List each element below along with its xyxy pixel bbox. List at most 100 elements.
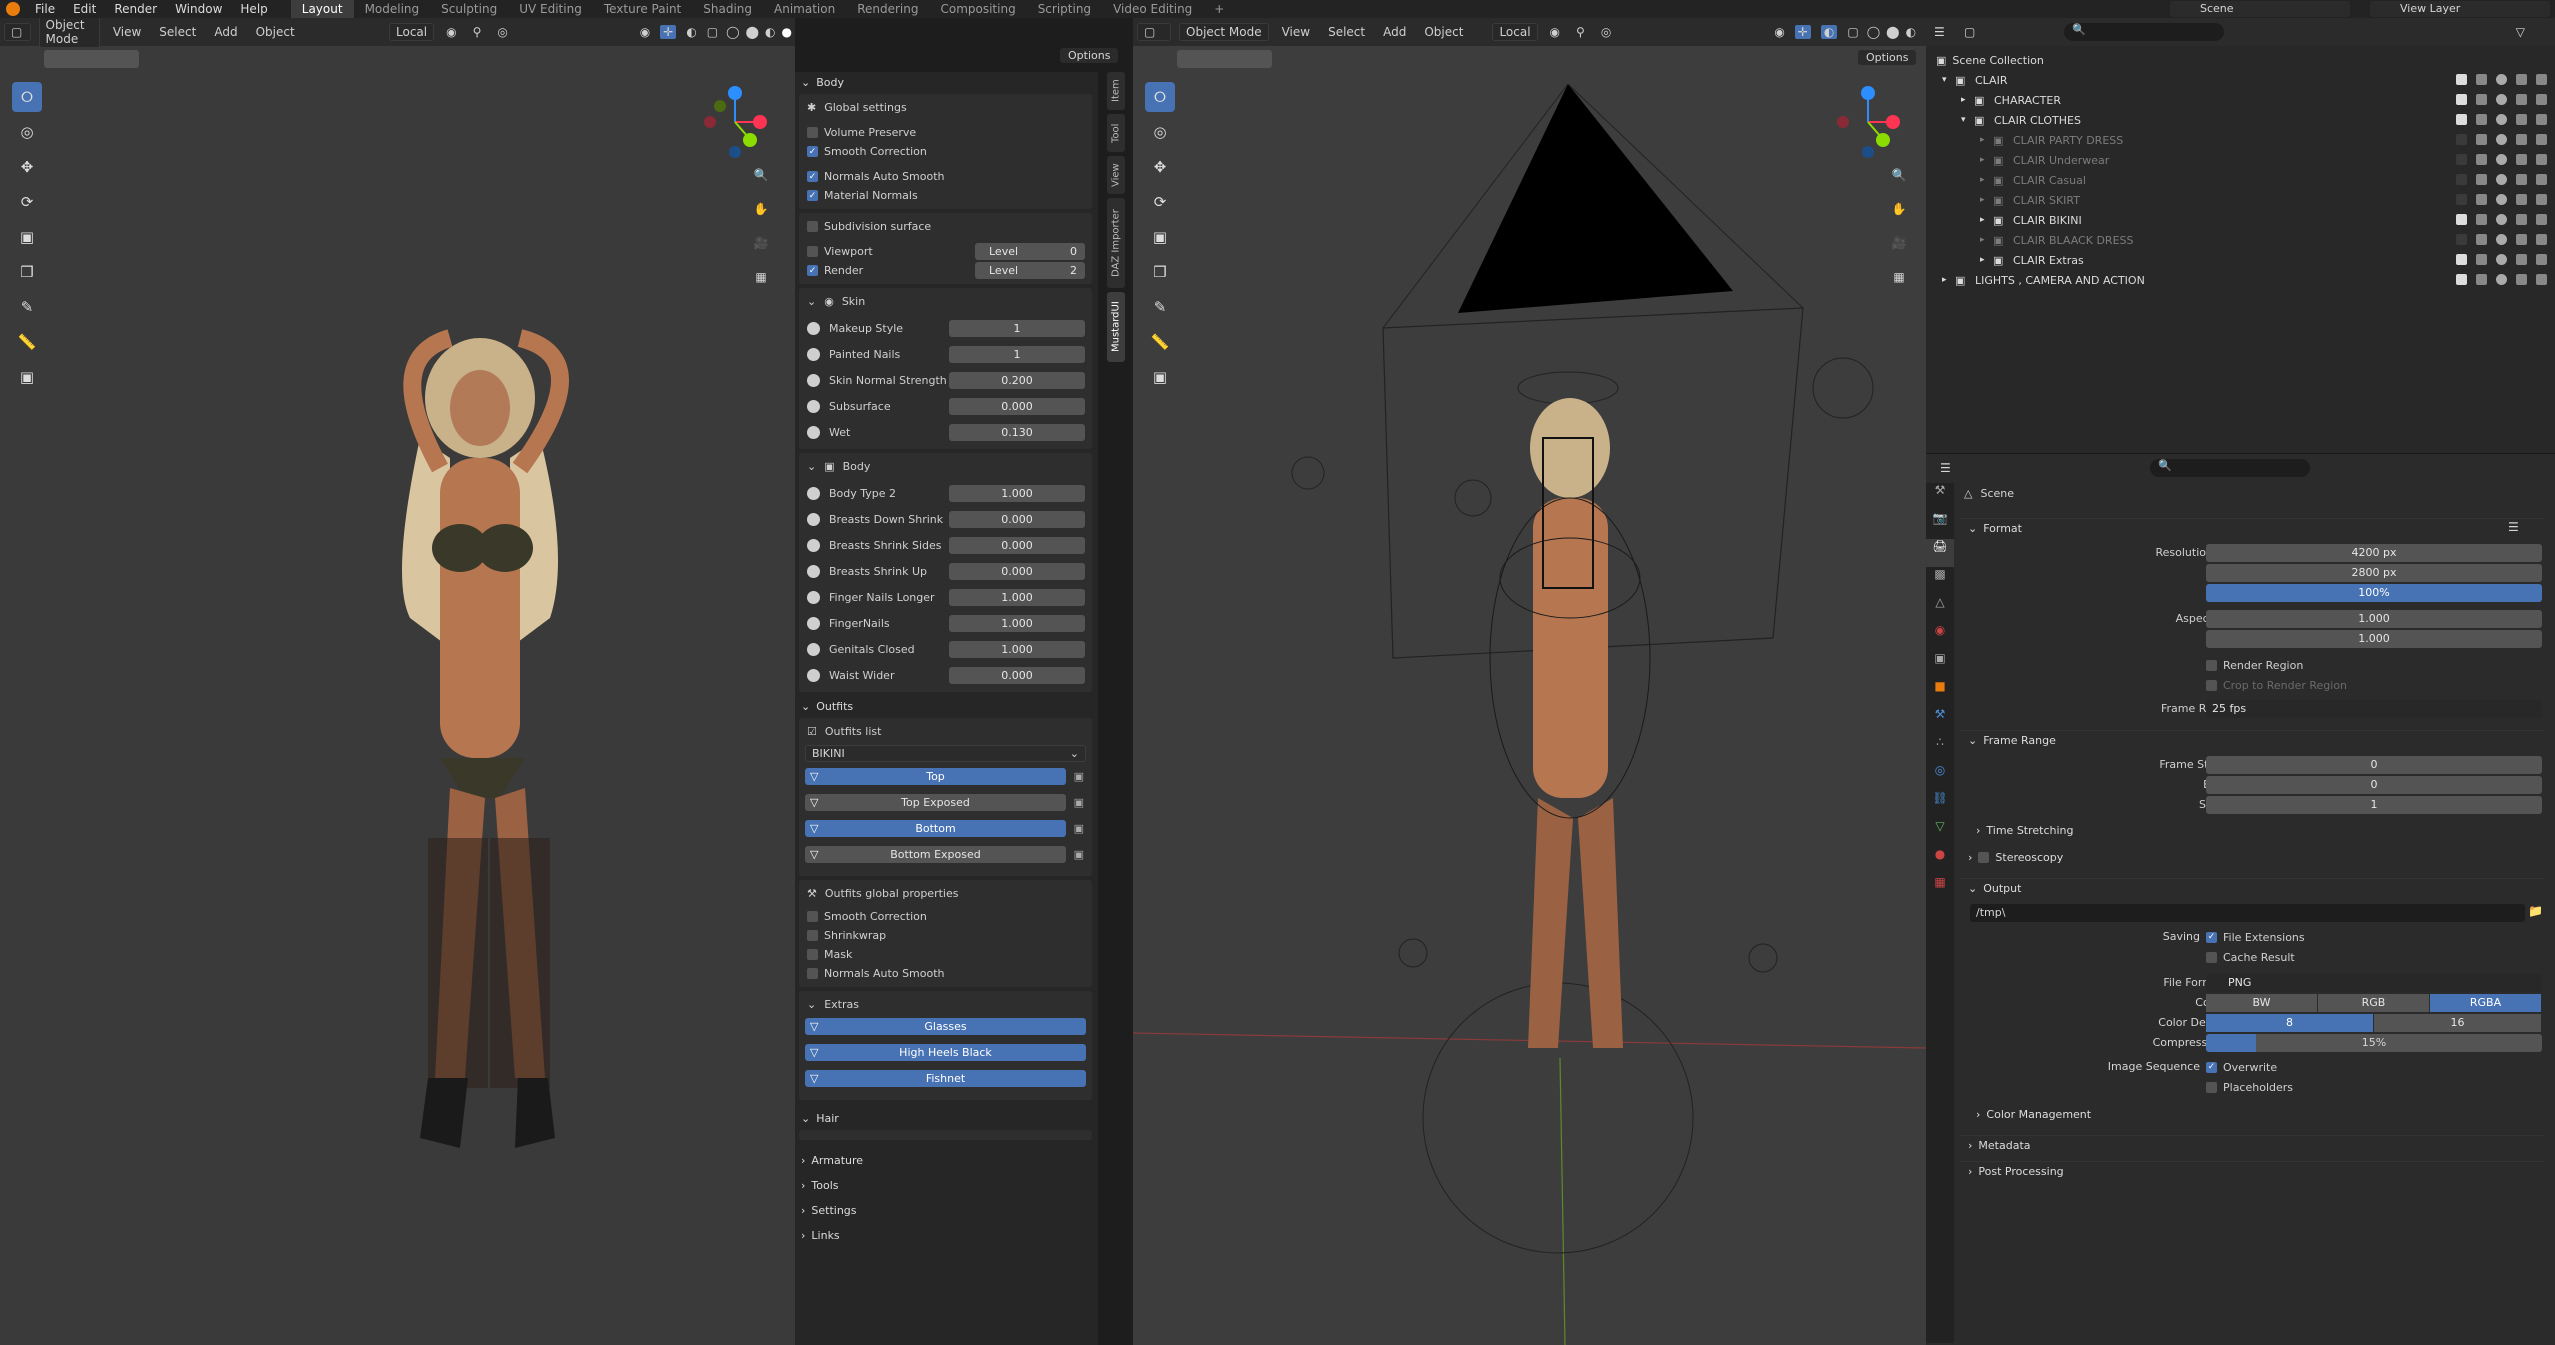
cache-result-checkbox[interactable]: Cache Result	[2206, 948, 2295, 966]
physics-tab-icon[interactable]: ◎	[1926, 763, 1954, 791]
gizmo-toggle-icon[interactable]: ✛	[660, 25, 677, 39]
holdout-icon[interactable]	[2536, 154, 2547, 165]
include-checkbox-icon[interactable]	[2456, 254, 2467, 265]
outfit-mask-checkbox[interactable]: Mask	[799, 945, 1092, 964]
pan-hand-icon[interactable]: ✋	[750, 202, 772, 236]
hair-section-header[interactable]: ⌄ Hair	[795, 1108, 1098, 1128]
include-checkbox-icon[interactable]	[2456, 234, 2467, 245]
workspace-tab-modeling[interactable]: Modeling	[354, 0, 431, 18]
shading-solid-icon[interactable]: ⬤	[746, 25, 759, 39]
texture-tab-icon[interactable]: ▦	[1926, 875, 1954, 903]
outliner-collection-row[interactable]: ▸ ▣ CLAIR BIKINI	[1926, 210, 2555, 230]
outfits-section-header[interactable]: ⌄ Outfits	[795, 696, 1098, 716]
menu-select[interactable]: Select	[150, 25, 205, 39]
annotate-tool-icon[interactable]: ✎	[12, 292, 42, 322]
shading-material-icon[interactable]: ◐	[1906, 25, 1916, 39]
eye-icon[interactable]	[2496, 74, 2507, 85]
data-tab-icon[interactable]: ▽	[1926, 819, 1954, 847]
tab-daz-importer[interactable]: DAZ Importer	[1107, 198, 1125, 288]
select-arrow-icon[interactable]	[2476, 74, 2487, 85]
chevron-right-icon[interactable]: ▸	[1942, 275, 1947, 285]
outliner-collection-row[interactable]: ▾ ▣ CLAIR	[1926, 70, 2555, 90]
chevron-right-icon[interactable]: ▸	[1980, 235, 1985, 245]
measure-tool-icon[interactable]: 📏	[12, 327, 42, 357]
body-property-value[interactable]: 0.000	[949, 510, 1085, 528]
camera-view-icon[interactable]: 🎥	[750, 236, 772, 270]
filter-icon[interactable]: ▽	[2516, 25, 2525, 39]
outfit-lock-icon[interactable]: ▣	[1074, 768, 1084, 785]
menu-select[interactable]: Select	[1319, 25, 1374, 39]
select-arrow-icon[interactable]	[2476, 154, 2487, 165]
blender-logo-icon[interactable]	[6, 2, 20, 16]
chevron-right-icon[interactable]: ▸	[1980, 135, 1985, 145]
eye-icon[interactable]	[2496, 174, 2507, 185]
camera-render-icon[interactable]	[2516, 174, 2527, 185]
menu-file[interactable]: File	[26, 2, 64, 16]
eye-icon[interactable]	[2496, 274, 2507, 285]
material-normals-checkbox[interactable]: ✓ Material Normals	[799, 186, 1092, 205]
include-checkbox-icon[interactable]	[2456, 114, 2467, 125]
outliner-collection-row[interactable]: ▸ ▣ CLAIR SKIRT	[1926, 190, 2555, 210]
camera-render-icon[interactable]	[2516, 234, 2527, 245]
skin-subpanel-header[interactable]: ⌄ ◉ Skin	[799, 292, 1092, 311]
holdout-icon[interactable]	[2536, 194, 2547, 205]
body-property-value[interactable]: 1.000	[949, 614, 1085, 632]
outliner-collection-row[interactable]: ▸ ▣ CLAIR Casual	[1926, 170, 2555, 190]
color-mode-option[interactable]: RGB	[2318, 994, 2429, 1012]
workspace-tab-texture-paint[interactable]: Texture Paint	[593, 0, 692, 18]
scene-selector[interactable]: Scene	[2170, 1, 2350, 17]
collapsed-section-header[interactable]: › Links	[795, 1223, 1098, 1248]
stereoscopy-section-header[interactable]: › Stereoscopy	[1968, 851, 2063, 864]
resolution-percent-field[interactable]: 100%	[2206, 584, 2542, 602]
holdout-icon[interactable]	[2536, 274, 2547, 285]
aspect-x-field[interactable]: 1.000	[2206, 610, 2542, 628]
include-checkbox-icon[interactable]	[2456, 154, 2467, 165]
viewport-right[interactable]: ▢ Object Mode View Select Add Object Loc…	[1133, 18, 1926, 1345]
particles-tab-icon[interactable]: ∴	[1926, 735, 1954, 763]
workspace-tab-video-editing[interactable]: Video Editing	[1102, 0, 1203, 18]
folder-browse-icon[interactable]: 📁	[2528, 904, 2543, 918]
editor-type-button[interactable]: ▢	[4, 23, 31, 41]
select-arrow-icon[interactable]	[2476, 194, 2487, 205]
camera-render-icon[interactable]	[2516, 114, 2527, 125]
gizmo-toggle-icon[interactable]: ✛	[1794, 25, 1811, 39]
menu-view[interactable]: View	[104, 25, 150, 39]
subdivision-render-checkbox[interactable]: ✓ Render Level 2	[799, 261, 1092, 280]
render-region-checkbox[interactable]: Render Region	[2206, 656, 2303, 674]
select-mode-buttons[interactable]	[44, 50, 139, 68]
frame-end-field[interactable]: 0	[2206, 776, 2542, 794]
color-depth-option[interactable]: 16	[2374, 1014, 2541, 1032]
view-layer-tab-icon[interactable]: ▩	[1926, 567, 1954, 595]
select-arrow-icon[interactable]	[2476, 134, 2487, 145]
shading-material-icon[interactable]: ◐	[765, 25, 775, 39]
holdout-icon[interactable]	[2536, 174, 2547, 185]
zoom-icon[interactable]: 🔍	[750, 168, 772, 202]
proportional-edit-icon[interactable]: ◎	[497, 25, 507, 39]
file-extensions-checkbox[interactable]: ✓ File Extensions	[2206, 928, 2305, 946]
extra-toggle[interactable]: ▽ Glasses	[805, 1018, 1086, 1035]
extra-toggle[interactable]: ▽ High Heels Black	[805, 1044, 1086, 1061]
snap-icon[interactable]: ⚲	[473, 25, 482, 39]
menu-object[interactable]: Object	[247, 25, 304, 39]
skin-property-value[interactable]: 1	[949, 319, 1085, 337]
holdout-icon[interactable]	[2536, 234, 2547, 245]
outfit-piece-toggle[interactable]: ▽ Top ▣	[805, 768, 1084, 785]
format-section-header[interactable]: ⌄ Format	[1960, 518, 2545, 538]
shading-wireframe-icon[interactable]: ◯	[726, 25, 739, 39]
smooth-correction-checkbox[interactable]: ✓ Smooth Correction	[799, 142, 1092, 161]
menu-object[interactable]: Object	[1415, 25, 1472, 39]
menu-render[interactable]: Render	[105, 2, 166, 16]
move-tool-icon[interactable]: ✥	[12, 152, 42, 182]
outliner-collection-row[interactable]: ▸ ▣ CLAIR Extras	[1926, 250, 2555, 270]
subdivision-viewport-checkbox[interactable]: Viewport Level 0	[799, 242, 1092, 261]
body-subpanel-header[interactable]: ⌄ ▣ Body	[799, 457, 1092, 476]
outliner-collection-row[interactable]: ▸ ▣ CLAIR Underwear	[1926, 150, 2555, 170]
eye-icon[interactable]	[2496, 214, 2507, 225]
chevron-right-icon[interactable]: ▸	[1980, 155, 1985, 165]
navigation-gizmo[interactable]	[690, 82, 770, 162]
body-property-value[interactable]: 1.000	[949, 640, 1085, 658]
skin-property-value[interactable]: 0.130	[949, 423, 1085, 441]
overlay-toggle-icon[interactable]: ◐	[1820, 25, 1838, 39]
chevron-right-icon[interactable]: ▸	[1980, 215, 1985, 225]
visibility-icon[interactable]: ◉	[640, 25, 650, 39]
